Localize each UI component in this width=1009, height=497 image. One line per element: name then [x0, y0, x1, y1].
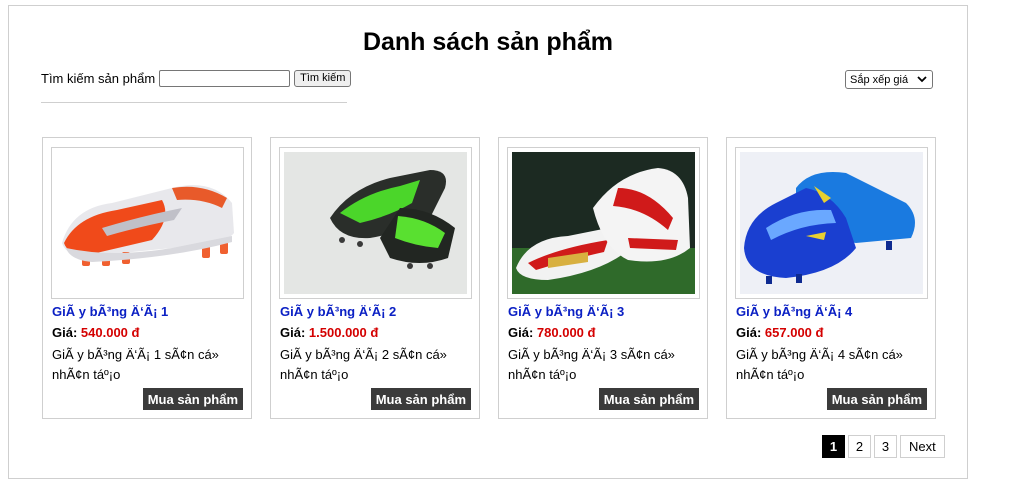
price-label: Giá: [280, 325, 306, 340]
product-price: Giá: 657.000 đ [736, 325, 823, 340]
buy-button[interactable]: Mua sản phẩm [370, 388, 471, 410]
product-card: GiÃ y bÃ³ng Ä‘Ã¡ 1 Giá: 540.000 đ GiÃ y … [42, 137, 252, 419]
shoe-icon [284, 152, 467, 294]
buy-button[interactable]: Mua sản phẩm [826, 388, 927, 410]
page-link-2[interactable]: 2 [848, 435, 871, 458]
price-label: Giá: [52, 325, 78, 340]
product-name-link[interactable]: GiÃ y bÃ³ng Ä‘Ã¡ 4 [736, 304, 852, 319]
shoe-icon [512, 152, 695, 294]
price-label: Giá: [736, 325, 762, 340]
product-name-link[interactable]: GiÃ y bÃ³ng Ä‘Ã¡ 1 [52, 304, 168, 319]
sort-select[interactable]: Sắp xếp giá [845, 70, 933, 89]
product-price: Giá: 540.000 đ [52, 325, 139, 340]
product-name-link[interactable]: GiÃ y bÃ³ng Ä‘Ã¡ 2 [280, 304, 396, 319]
price-value: 540.000 đ [80, 325, 140, 340]
product-list-panel: Danh sách sản phẩm Tìm kiếm sản phẩm Tìm… [8, 5, 968, 479]
product-price: Giá: 780.000 đ [508, 325, 595, 340]
page-link-3[interactable]: 3 [874, 435, 897, 458]
price-value: 1.500.000 đ [308, 325, 379, 340]
page-title: Danh sách sản phẩm [362, 28, 614, 56]
price-value: 780.000 đ [536, 325, 596, 340]
shoe-icon [740, 152, 923, 294]
product-description: GiÃ y bÃ³ng Ä‘Ã¡ 3 sÃ¢n cá» nhÃ¢n táº¡o [508, 347, 686, 382]
product-description: GiÃ y bÃ³ng Ä‘Ã¡ 4 sÃ¢n cá» nhÃ¢n táº¡o [736, 347, 914, 382]
product-image[interactable] [735, 147, 928, 299]
product-card: GiÃ y bÃ³ng Ä‘Ã¡ 2 Giá: 1.500.000 đ GiÃ … [270, 137, 480, 419]
buy-button[interactable]: Mua sản phẩm [598, 388, 699, 410]
search-bar: Tìm kiếm sản phẩm Tìm kiếm [41, 70, 352, 87]
price-value: 657.000 đ [764, 325, 824, 340]
product-description: GiÃ y bÃ³ng Ä‘Ã¡ 1 sÃ¢n cá» nhÃ¢n táº¡o [52, 347, 230, 382]
product-image[interactable] [507, 147, 700, 299]
chevron-down-icon [917, 76, 927, 83]
product-image[interactable] [51, 147, 244, 299]
search-button[interactable]: Tìm kiếm [294, 70, 352, 87]
price-label: Giá: [508, 325, 534, 340]
shoe-icon [52, 148, 243, 298]
product-card: GiÃ y bÃ³ng Ä‘Ã¡ 3 Giá: 780.000 đ GiÃ y … [498, 137, 708, 419]
product-card: GiÃ y bÃ³ng Ä‘Ã¡ 4 Giá: 657.000 đ GiÃ y … [726, 137, 936, 419]
page-link-1[interactable]: 1 [822, 435, 845, 458]
search-divider [41, 102, 347, 103]
buy-button[interactable]: Mua sản phẩm [142, 388, 243, 410]
sort-select-value: Sắp xếp giá [850, 73, 909, 86]
product-image[interactable] [279, 147, 472, 299]
product-price: Giá: 1.500.000 đ [280, 325, 378, 340]
next-page-link[interactable]: Next [900, 435, 945, 458]
search-label: Tìm kiếm sản phẩm [41, 71, 156, 86]
product-description: GiÃ y bÃ³ng Ä‘Ã¡ 2 sÃ¢n cá» nhÃ¢n táº¡o [280, 347, 458, 382]
pagination: 1 2 3 Next [822, 435, 948, 458]
search-input[interactable] [159, 70, 291, 87]
product-name-link[interactable]: GiÃ y bÃ³ng Ä‘Ã¡ 3 [508, 304, 624, 319]
